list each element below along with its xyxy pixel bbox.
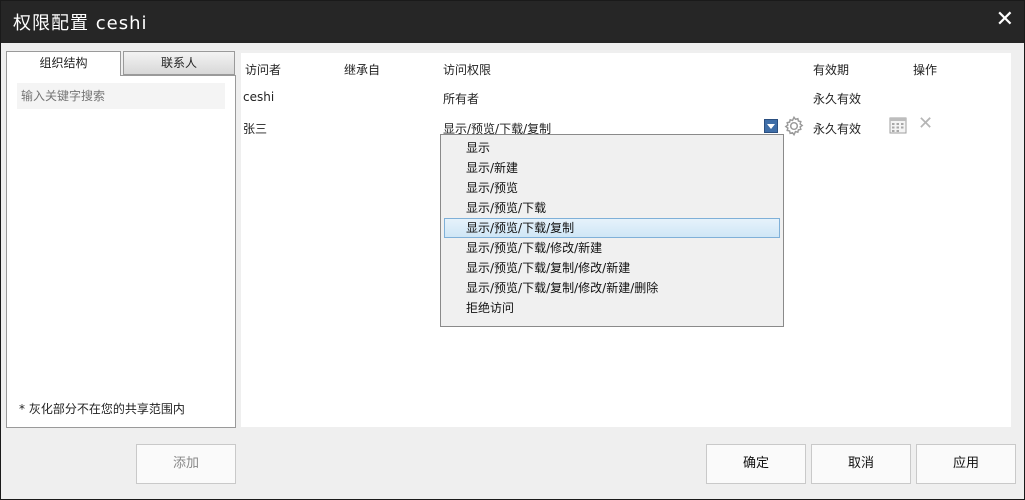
chevron-down-icon[interactable] [764, 119, 778, 133]
dropdown-option[interactable]: 显示/预览 [444, 178, 780, 198]
header-inherited-from: 继承自 [344, 63, 381, 77]
header-actions: 操作 [913, 63, 938, 77]
header-visitor: 访问者 [245, 63, 282, 77]
permission-dialog: 权限配置 ceshi ✕ 组织结构 联系人 * 灰化部分不在您的共享范围内 访问… [0, 0, 1025, 500]
header-validity: 有效期 [813, 63, 850, 77]
org-tree-panel: * 灰化部分不在您的共享范围内 [6, 75, 236, 428]
gear-icon[interactable] [783, 115, 805, 137]
dropdown-option[interactable]: 拒绝访问 [444, 298, 780, 318]
header-permission: 访问权限 [443, 63, 492, 77]
tab-org-structure[interactable]: 组织结构 [6, 51, 121, 76]
row-validity: 永久有效 [813, 122, 862, 136]
add-button[interactable]: 添加 [136, 444, 236, 484]
calendar-icon[interactable] [889, 116, 907, 134]
ok-button[interactable]: 确定 [706, 444, 806, 484]
row-validity: 永久有效 [813, 92, 862, 106]
apply-button[interactable]: 应用 [916, 444, 1016, 484]
dropdown-option[interactable]: 显示/预览/下载/复制/修改/新建 [444, 258, 780, 278]
dropdown-option[interactable]: 显示/预览/下载/修改/新建 [444, 238, 780, 258]
search-input[interactable] [17, 83, 225, 109]
permission-dropdown-list: 显示 显示/新建 显示/预览 显示/预览/下载 显示/预览/下载/复制 显示/预… [440, 134, 784, 327]
tab-contacts[interactable]: 联系人 [123, 51, 235, 75]
permission-select[interactable]: 显示/预览/下载/复制 [442, 115, 780, 136]
title-bar: 权限配置 ceshi ✕ [1, 1, 1024, 43]
cancel-button[interactable]: 取消 [811, 444, 911, 484]
dropdown-option[interactable]: 显示/新建 [444, 158, 780, 178]
row-permission: 所有者 [443, 92, 480, 106]
dropdown-option-selected[interactable]: 显示/预览/下载/复制 [444, 218, 780, 238]
row-visitor: 张三 [243, 122, 268, 136]
left-panel: 组织结构 联系人 * 灰化部分不在您的共享范围内 [6, 51, 236, 428]
dropdown-option[interactable]: 显示 [444, 138, 780, 158]
delete-icon[interactable]: ✕ [918, 114, 933, 134]
share-scope-note: * 灰化部分不在您的共享范围内 [19, 402, 185, 416]
close-icon[interactable]: ✕ [996, 7, 1014, 32]
dialog-title: 权限配置 ceshi [13, 13, 148, 34]
row-visitor: ceshi [243, 90, 275, 104]
dropdown-option[interactable]: 显示/预览/下载/复制/修改/新建/删除 [444, 278, 780, 298]
dropdown-option[interactable]: 显示/预览/下载 [444, 198, 780, 218]
